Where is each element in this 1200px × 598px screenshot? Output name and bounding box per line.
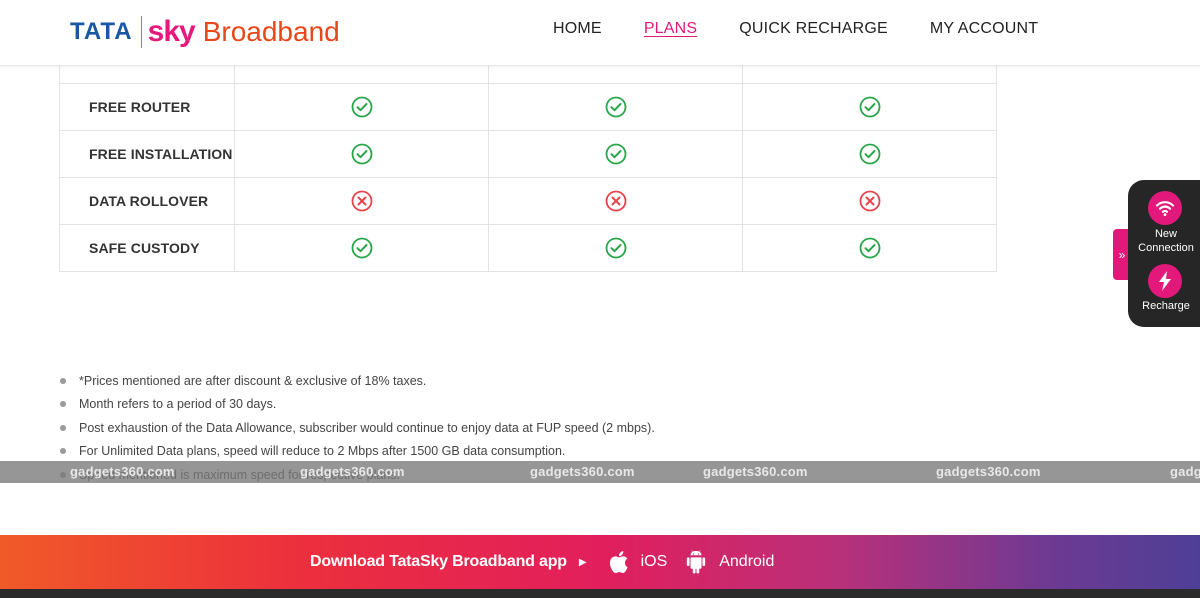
logo-tata-text: TATA [70, 18, 133, 45]
android-label[interactable]: Android [719, 553, 774, 571]
feature-row: SAFE CUSTODY [59, 223, 997, 272]
feature-row: DATA ROLLOVER [59, 176, 997, 225]
table-row-partial [59, 66, 997, 84]
feature-value-cell [488, 223, 743, 272]
feature-value-cell [742, 176, 997, 225]
nav-plans[interactable]: PLANS [644, 20, 697, 38]
nav-home[interactable]: HOME [553, 20, 602, 38]
feature-value-cell [234, 129, 489, 178]
tata-sky-broadband-logo[interactable]: TATA sky Broadband [70, 12, 340, 52]
feature-value-cell [742, 223, 997, 272]
feature-label: SAFE CUSTODY [59, 223, 235, 272]
android-icon[interactable] [685, 549, 707, 575]
feature-row: FREE INSTALLATION [59, 129, 997, 178]
page: TATA sky Broadband HOME PLANS QUICK RECH… [0, 0, 1200, 598]
play-arrow-icon: ▶ [578, 556, 587, 568]
main-nav: HOME PLANS QUICK RECHARGE MY ACCOUNT [553, 20, 1080, 38]
watermark-text: gadgets360.com [703, 464, 808, 479]
check-circle-icon [859, 237, 880, 258]
feature-label: FREE INSTALLATION [59, 129, 235, 178]
feature-value-cell [488, 82, 743, 131]
watermark-text-partial: gadg [1170, 464, 1200, 479]
logo-divider [140, 16, 142, 48]
wifi-icon [1155, 201, 1175, 216]
recharge-button[interactable] [1148, 264, 1182, 298]
feature-value-cell [488, 129, 743, 178]
feature-value-cell [488, 176, 743, 225]
logo-sky-text: sky [147, 15, 196, 48]
check-circle-icon [859, 143, 880, 164]
note-item: *Prices mentioned are after discount & e… [60, 372, 860, 395]
check-circle-icon [605, 237, 626, 258]
watermark-text: gadgets360.com [936, 464, 1041, 479]
watermark-text: gadgets360.com [530, 464, 635, 479]
note-item: Post exhaustion of the Data Allowance, s… [60, 419, 860, 442]
check-circle-icon [351, 143, 372, 164]
check-circle-icon [605, 143, 626, 164]
nav-my-account[interactable]: MY ACCOUNT [930, 20, 1038, 38]
lightning-bolt-icon [1159, 271, 1171, 291]
feature-value-cell [234, 223, 489, 272]
check-circle-icon [351, 237, 372, 258]
ios-label[interactable]: iOS [641, 553, 668, 571]
logo-broadband-text: Broadband [202, 16, 340, 47]
recharge-label[interactable]: Recharge [1128, 299, 1200, 313]
footer-strip [0, 589, 1200, 598]
apple-icon[interactable] [607, 549, 629, 575]
banner-title: Download TataSky Broadband app [310, 553, 567, 570]
check-circle-icon [605, 96, 626, 117]
cross-circle-icon [605, 190, 626, 211]
watermark-text: gadgets360.com [300, 464, 405, 479]
feature-label: DATA ROLLOVER [59, 176, 235, 225]
side-quick-actions: New Connection Recharge [1128, 180, 1200, 327]
plan-feature-table: FREE ROUTER FREE INSTALLATION DATA ROLLOVE… [59, 66, 997, 272]
watermark-text: gadgets360.com [70, 464, 175, 479]
new-connection-button[interactable] [1148, 191, 1182, 225]
cross-circle-icon [859, 190, 880, 211]
watermark-band: gadgets360.com gadgets360.com gadgets360… [0, 461, 1200, 483]
feature-label: FREE ROUTER [59, 82, 235, 131]
download-app-banner: Download TataSky Broadband app ▶ iOS And… [0, 535, 1200, 589]
site-header: TATA sky Broadband HOME PLANS QUICK RECH… [0, 0, 1200, 66]
check-circle-icon [351, 96, 372, 117]
note-item: Month refers to a period of 30 days. [60, 395, 860, 418]
nav-quick-recharge[interactable]: QUICK RECHARGE [739, 20, 888, 38]
feature-value-cell [234, 82, 489, 131]
feature-value-cell [742, 129, 997, 178]
feature-row: FREE ROUTER [59, 82, 997, 131]
cross-circle-icon [351, 190, 372, 211]
feature-value-cell [742, 82, 997, 131]
check-circle-icon [859, 96, 880, 117]
new-connection-label[interactable]: New Connection [1128, 227, 1200, 255]
feature-value-cell [234, 176, 489, 225]
